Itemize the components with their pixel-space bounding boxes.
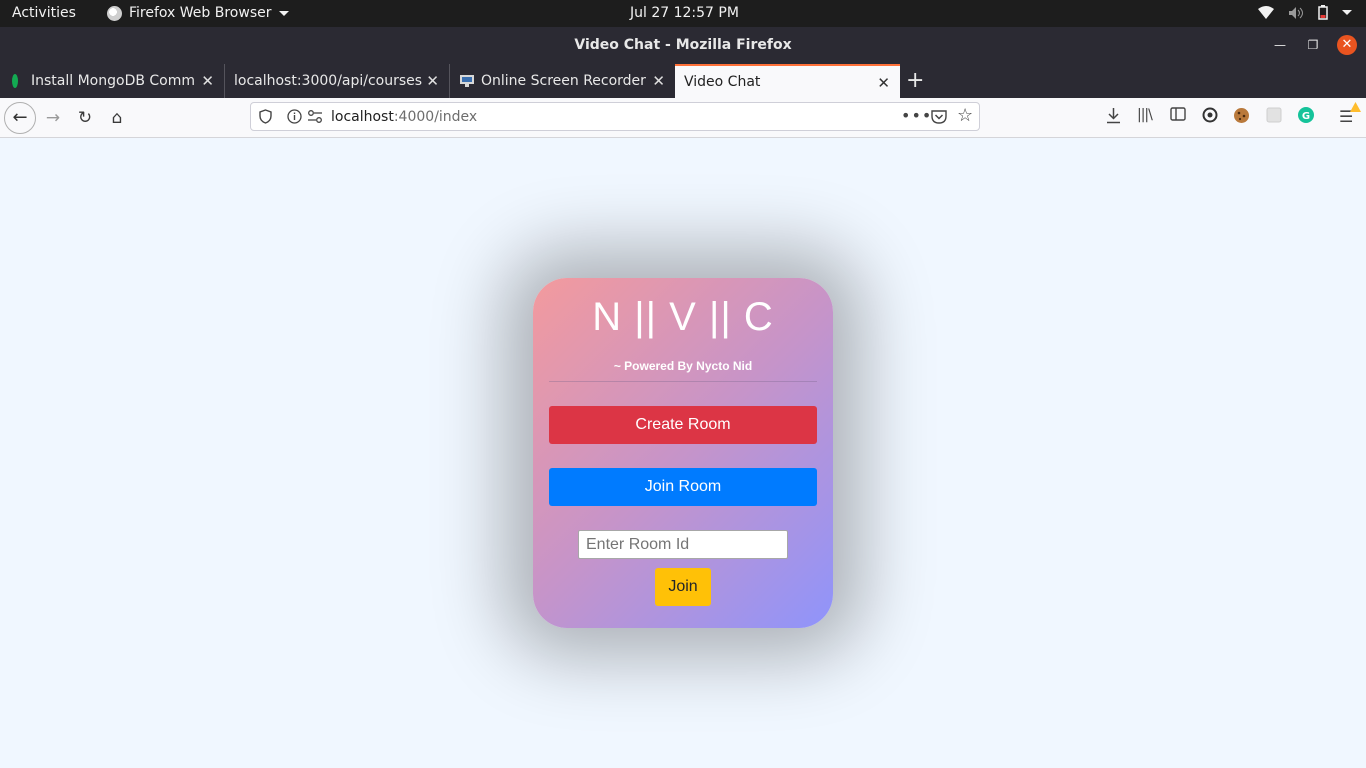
join-button[interactable]: Join [655,568,711,606]
window-title-bar: Video Chat - Mozilla Firefox — ❐ ✕ [0,27,1366,64]
forward-button[interactable]: → [41,106,65,130]
warning-badge-icon [1350,102,1361,112]
app-menu[interactable]: Firefox Web Browser [107,5,289,21]
info-icon[interactable] [287,109,302,124]
extension-faded-icon[interactable] [1266,107,1282,123]
permissions-icon[interactable] [307,110,323,123]
volume-icon [1289,6,1303,19]
navigation-toolbar: ← → ↻ ⌂ localhost:4000/index ••• ☆ |||\ … [0,98,1366,138]
close-tab-icon[interactable]: ✕ [652,72,665,90]
close-tab-icon[interactable]: ✕ [877,74,890,92]
tab-mongodb[interactable]: Install MongoDB Commu ✕ [0,64,225,98]
shield-icon[interactable] [259,109,272,124]
clock[interactable]: Jul 27 12:57 PM [630,5,739,21]
pocket-icon[interactable] [931,109,947,124]
brand-title: N || V || C [592,295,774,339]
chevron-down-icon [1342,10,1352,15]
url-text[interactable]: localhost:4000/index [331,109,477,125]
window-title: Video Chat - Mozilla Firefox [574,37,792,53]
video-chat-card: N || V || C ~ Powered By Nycto Nid Creat… [533,278,833,628]
firefox-icon [107,5,122,21]
chevron-down-icon [278,10,289,16]
system-top-bar: Activities Firefox Web Browser Jul 27 12… [0,0,1366,27]
new-tab-button[interactable]: + [906,68,924,93]
tab-label: Install MongoDB Commu [31,73,195,89]
svg-text:G: G [1302,111,1310,122]
system-tray[interactable] [1258,5,1352,20]
minimize-button[interactable]: — [1270,35,1290,55]
tab-label: localhost:3000/api/courses [234,73,423,89]
url-bar[interactable]: localhost:4000/index ••• ☆ [250,102,980,131]
library-icon[interactable]: |||\ [1137,107,1153,123]
create-room-button[interactable]: Create Room [549,406,817,444]
bookmark-star-icon[interactable]: ☆ [957,105,973,126]
home-button[interactable]: ⌂ [105,106,129,130]
url-path: :4000/index [393,109,478,125]
reload-button[interactable]: ↻ [73,106,97,130]
divider [549,381,817,382]
maximize-button[interactable]: ❐ [1303,35,1323,55]
close-window-button[interactable]: ✕ [1337,35,1357,55]
tab-video-chat[interactable]: Video Chat ✕ [675,64,900,98]
activities-button[interactable]: Activities [12,5,76,21]
powered-by-text: ~ Powered By Nycto Nid [613,359,753,373]
monitor-icon [460,75,474,87]
tab-courses-api[interactable]: localhost:3000/api/courses ✕ [225,64,450,98]
battery-icon [1318,5,1328,20]
back-button[interactable]: ← [4,102,36,134]
grammarly-icon[interactable]: G [1298,107,1314,123]
cookie-icon[interactable] [1233,107,1250,124]
tab-strip: Install MongoDB Commu ✕ localhost:3000/a… [0,64,1366,98]
mongodb-leaf-icon [12,74,18,88]
room-id-input[interactable] [578,530,788,559]
tab-label: Video Chat [684,74,761,90]
wifi-icon [1258,5,1274,19]
app-menu-label: Firefox Web Browser [129,5,272,21]
download-icon[interactable] [1106,107,1121,124]
tab-screen-recorder[interactable]: Online Screen Recorder ✕ [450,64,675,98]
close-tab-icon[interactable]: ✕ [201,72,214,90]
page-actions-icon[interactable]: ••• [901,106,932,125]
url-host: localhost [331,109,394,125]
extension-icon[interactable] [1202,107,1218,123]
close-tab-icon[interactable]: ✕ [426,72,439,90]
page-content: N || V || C ~ Powered By Nycto Nid Creat… [0,139,1366,768]
sidebar-icon[interactable] [1170,107,1186,121]
join-room-button[interactable]: Join Room [549,468,817,506]
tab-label: Online Screen Recorder [481,73,646,89]
